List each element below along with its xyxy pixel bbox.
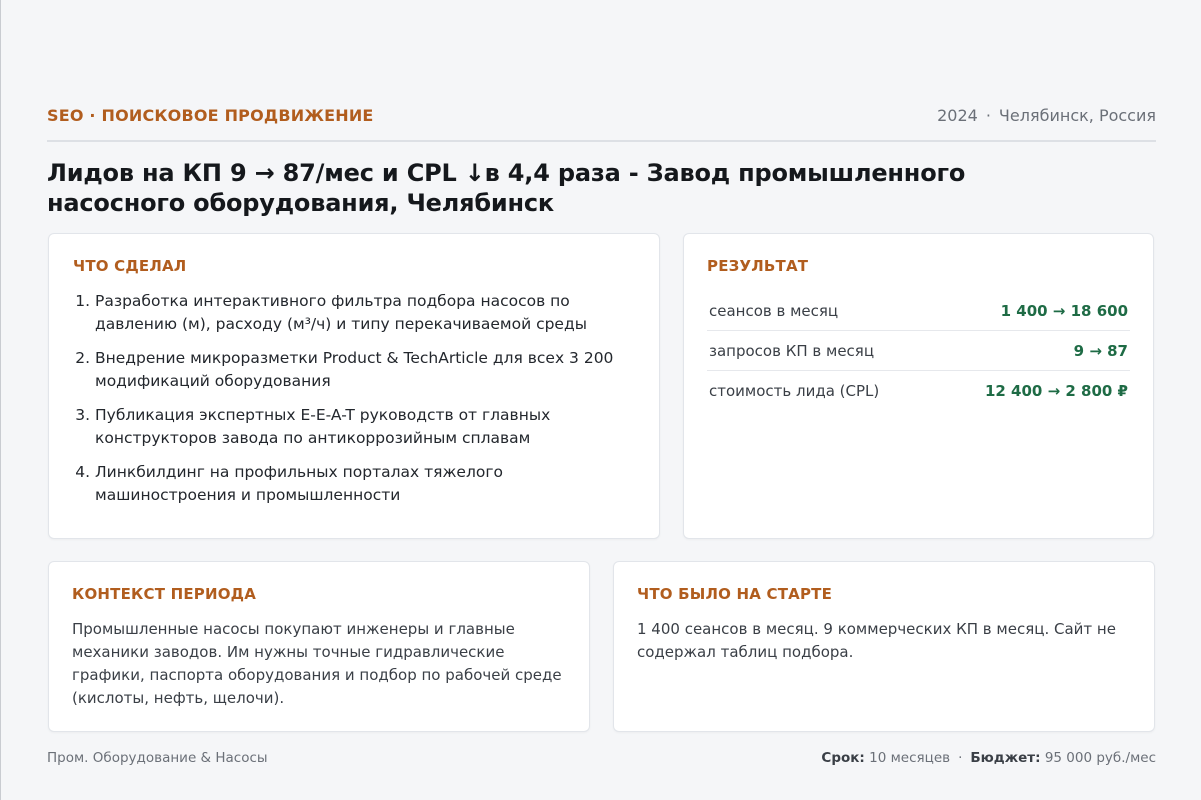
start-heading: ЧТО БЫЛО НА СТАРТЕ: [637, 585, 833, 603]
case-header: SEO · ПОИСКОВОЕ ПРОДВИЖЕНИЕ 2024 · Челябин…: [47, 104, 1156, 142]
list-item: Разработка интерактивного фильтра подбор…: [95, 290, 635, 336]
list-item: Линкбилдинг на профильных порталах тяжел…: [95, 461, 635, 507]
context-text: Промышленные насосы покупают инженеры и …: [72, 620, 562, 707]
term-value: 10 месяцев: [869, 750, 951, 766]
footer-separator: ·: [958, 750, 963, 766]
result-card: РЕЗУЛЬТАТ сеансов в месяц 1 400 → 18 600…: [683, 233, 1154, 539]
list-item: Внедрение микроразметки Product & TechAr…: [95, 347, 635, 393]
result-label: стоимость лида (CPL): [709, 382, 880, 400]
terms: Срок: 10 месяцев · Бюджет: 95 000 руб./мес: [821, 748, 1156, 768]
result-table: сеансов в месяц 1 400 → 18 600 запросов …: [707, 291, 1130, 411]
budget-label: Бюджет:: [970, 750, 1041, 766]
done-list: Разработка интерактивного фильтра подбор…: [73, 290, 635, 507]
context-card: КОНТЕКСТ ПЕРИОДА Промышленные насосы пок…: [48, 561, 590, 732]
done-card: ЧТО СДЕЛАЛ Разработка интерактивного фил…: [48, 233, 660, 539]
result-value: 9 → 87: [1073, 341, 1128, 360]
case-meta: 2024 · Челябинск, Россия: [937, 104, 1156, 128]
start-text: 1 400 сеансов в месяц. 9 коммерческих КП…: [637, 620, 1116, 661]
context-heading: КОНТЕКСТ ПЕРИОДА: [72, 585, 257, 603]
result-label: запросов КП в месяц: [709, 341, 875, 360]
start-card: ЧТО БЫЛО НА СТАРТЕ 1 400 сеансов в месяц…: [613, 561, 1155, 732]
result-heading: РЕЗУЛЬТАТ: [707, 257, 809, 275]
case-page: SEO · ПОИСКОВОЕ ПРОДВИЖЕНИЕ 2024 · Челябин…: [47, 0, 1156, 800]
result-row: сеансов в месяц 1 400 → 18 600: [707, 291, 1130, 331]
list-item: Публикация экспертных E-E-A-T руководств…: [95, 404, 635, 450]
done-heading: ЧТО СДЕЛАЛ: [73, 257, 187, 275]
result-row: стоимость лида (CPL) 12 400 → 2 800 ₽: [707, 371, 1130, 411]
result-label: сеансов в месяц: [709, 301, 839, 320]
industry-label: Пром. Оборудование & Насосы: [47, 750, 268, 766]
case-location: Челябинск, Россия: [998, 106, 1156, 125]
meta-separator: ·: [985, 106, 991, 125]
case-footer: Пром. Оборудование & Насосы Срок: 10 мес…: [47, 748, 1156, 768]
category-label: SEO · ПОИСКОВОЕ ПРОДВИЖЕНИЕ: [47, 106, 374, 125]
result-value: 12 400 → 2 800 ₽: [984, 382, 1128, 400]
case-year: 2024: [937, 106, 978, 125]
result-value: 1 400 → 18 600: [1000, 301, 1128, 320]
case-title: Лидов на КП 9 → 87/мес и CPL ↓в 4,4 раза…: [47, 159, 966, 217]
result-row: запросов КП в месяц 9 → 87: [707, 331, 1130, 371]
term-label: Срок:: [821, 750, 865, 766]
budget-value: 95 000 руб./мес: [1044, 750, 1156, 766]
